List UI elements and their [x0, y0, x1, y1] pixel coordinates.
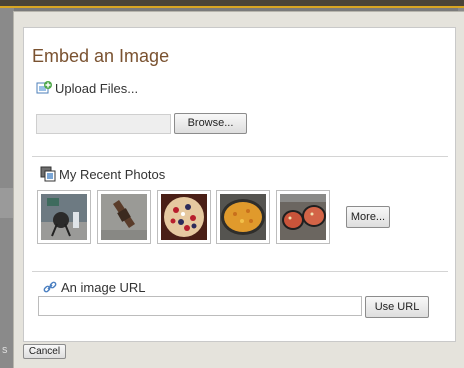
- cancel-button[interactable]: Cancel: [23, 344, 66, 359]
- browse-button[interactable]: Browse...: [174, 113, 247, 134]
- dialog-title: Embed an Image: [32, 46, 170, 66]
- photos-icon: [40, 166, 56, 182]
- embed-image-dialog: Embed an Image Upload Files... Browse...: [13, 11, 464, 368]
- image-url-header: An image URL: [42, 279, 146, 295]
- recent-photo-3[interactable]: [157, 190, 211, 244]
- recent-photo-4[interactable]: [216, 190, 270, 244]
- upload-section-header: Upload Files...: [36, 80, 138, 96]
- section-divider: [32, 271, 448, 272]
- recent-photos-label[interactable]: My Recent Photos: [59, 167, 165, 182]
- recent-photo-1[interactable]: [37, 190, 91, 244]
- upload-icon: [36, 80, 52, 96]
- thumb-1-icon: [41, 194, 87, 240]
- use-url-button[interactable]: Use URL: [365, 296, 429, 318]
- link-icon: [42, 279, 58, 295]
- more-photos-button[interactable]: More...: [346, 206, 390, 228]
- recent-photo-2[interactable]: [97, 190, 151, 244]
- top-bar: [0, 0, 464, 8]
- upload-file-field[interactable]: [36, 114, 171, 134]
- recent-photo-5[interactable]: [276, 190, 330, 244]
- background-edge-text: s: [2, 344, 8, 356]
- thumb-4-icon: [220, 194, 266, 240]
- upload-label[interactable]: Upload Files...: [55, 81, 138, 96]
- section-divider: [32, 156, 448, 157]
- recent-photos-header: My Recent Photos: [40, 166, 165, 182]
- background-page-left: [0, 8, 14, 368]
- thumb-5-icon: [280, 194, 326, 240]
- thumb-3-icon: [161, 194, 207, 240]
- image-url-input[interactable]: [38, 296, 362, 316]
- thumb-2-icon: [101, 194, 147, 240]
- image-url-label[interactable]: An image URL: [61, 280, 146, 295]
- dialog-content-panel: Embed an Image Upload Files... Browse...: [23, 27, 456, 342]
